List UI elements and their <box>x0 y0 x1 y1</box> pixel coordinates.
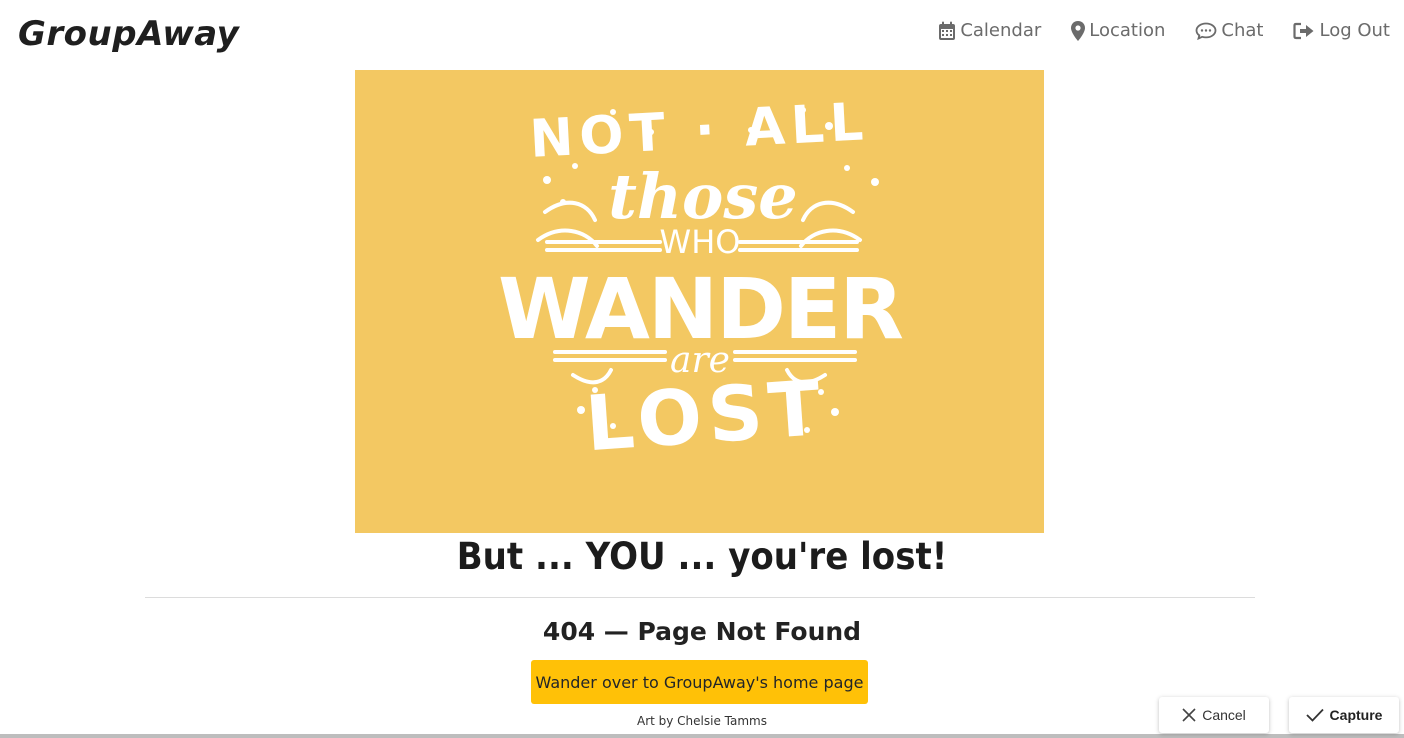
nav-item-location[interactable]: Location <box>1071 20 1165 41</box>
nav-label-logout: Log Out <box>1319 20 1390 41</box>
checkmark-icon <box>1305 708 1324 722</box>
navbar: GroupAway Calendar Location Chat Log Out <box>0 0 1404 68</box>
bottom-scrollbar-track <box>0 734 1404 738</box>
capture-label: Capture <box>1329 707 1383 723</box>
nav-label-location: Location <box>1089 20 1166 41</box>
svg-text:WHO: WHO <box>660 223 741 261</box>
error-subhead: 404 — Page Not Found <box>542 617 862 646</box>
chat-bubble-icon <box>1196 22 1217 40</box>
svg-text:NOT · ALL: NOT · ALL <box>528 92 870 170</box>
lettering-art: NOT · ALL those WHO WANDER are LOST <box>498 92 904 468</box>
nav-links: Calendar Location Chat Log Out <box>938 20 1390 41</box>
nav-item-calendar[interactable]: Calendar <box>938 20 1041 41</box>
divider <box>145 597 1255 598</box>
nav-item-chat[interactable]: Chat <box>1195 20 1263 41</box>
nav-label-calendar: Calendar <box>960 20 1042 41</box>
map-marker-icon <box>1071 20 1086 41</box>
sign-out-icon <box>1293 22 1314 39</box>
capture-button[interactable]: Capture <box>1289 697 1399 733</box>
page-headline: But ... YOU ... you're lost! <box>456 535 948 578</box>
cancel-label: Cancel <box>1202 707 1246 723</box>
hero-illustration: NOT · ALL those WHO WANDER are LOST <box>355 70 1044 533</box>
brand-logo[interactable]: GroupAway <box>18 14 239 54</box>
home-page-button[interactable]: Wander over to GroupAway's home page <box>531 660 868 704</box>
cancel-button[interactable]: Cancel <box>1159 697 1269 733</box>
nav-label-chat: Chat <box>1221 20 1264 41</box>
calendar-icon <box>939 21 956 40</box>
close-icon <box>1182 708 1196 722</box>
nav-item-logout[interactable]: Log Out <box>1293 20 1390 41</box>
